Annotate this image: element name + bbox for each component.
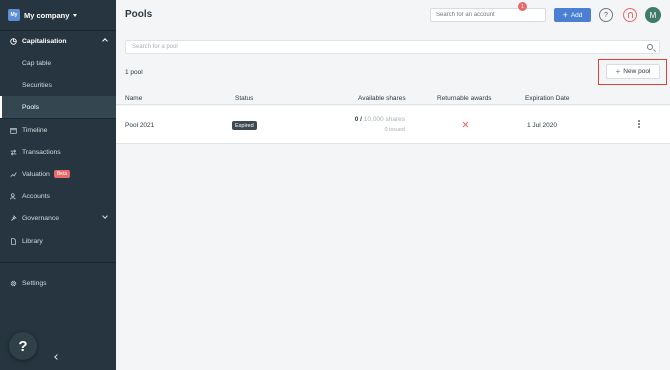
pool-count: 1 pool [125, 69, 143, 76]
help-button[interactable]: ? [9, 332, 37, 360]
caret-down-icon [73, 13, 78, 17]
new-pool-label: New pool [623, 68, 651, 75]
trend-icon [10, 171, 17, 177]
chevron-up-icon [102, 38, 108, 44]
help-icon[interactable]: ? [599, 8, 613, 22]
sidebar-item-label: Valuation [22, 170, 50, 178]
chevron-down-icon [102, 213, 108, 219]
sidebar-item-transactions[interactable]: Transactions [0, 141, 116, 163]
company-switcher[interactable]: My My company [8, 8, 78, 22]
column-header-expiration-date[interactable]: Expiration Date [525, 95, 569, 102]
gear-icon [10, 280, 17, 286]
notifications-button[interactable] [623, 8, 637, 22]
sidebar-item-accounts[interactable]: Accounts [0, 185, 116, 207]
company-name: My company [24, 10, 70, 20]
available-shares: 0 / 10,000 shares [355, 116, 405, 123]
notification-count-badge: 1 [518, 2, 527, 11]
plus-icon: + [562, 9, 568, 20]
top-header: Pools + Add ? M [116, 0, 670, 31]
column-header-available-shares[interactable]: Available shares [358, 95, 406, 102]
gavel-icon [11, 214, 17, 221]
pool-search-input[interactable]: Search for a pool [125, 40, 660, 54]
expiration-date: 1 Jul 2020 [527, 122, 557, 129]
avatar[interactable]: M [645, 7, 661, 23]
x-icon [462, 121, 468, 127]
sidebar: My My company Capitalisation Cap table S… [0, 0, 116, 370]
company-logo: My [8, 9, 20, 21]
more-options-icon[interactable] [638, 120, 640, 129]
sidebar-divider [0, 262, 116, 263]
sidebar-item-label: Accounts [22, 192, 50, 200]
beta-badge: Beta [53, 170, 71, 178]
document-icon [11, 237, 16, 245]
sidebar-item-pools[interactable]: Pools [0, 96, 116, 118]
sidebar-item-timeline[interactable]: Timeline [0, 119, 116, 141]
sidebar-item-label: Securities [22, 81, 52, 89]
column-header-name[interactable]: Name [125, 95, 142, 102]
pool-search-placeholder: Search for a pool [132, 44, 178, 50]
collapse-sidebar-icon[interactable] [54, 354, 60, 360]
sidebar-item-label: Transactions [22, 148, 61, 156]
issued-count: 0 issued [384, 127, 406, 133]
sidebar-item-valuation[interactable]: Valuation Beta [0, 163, 116, 185]
column-header-status[interactable]: Status [235, 95, 253, 102]
sidebar-item-label: Pools [22, 103, 40, 111]
pie-chart-icon [10, 37, 17, 45]
sidebar-item-library[interactable]: Library [0, 230, 116, 252]
sidebar-item-label: Cap table [22, 59, 52, 67]
account-search-input[interactable] [430, 8, 546, 22]
search-icon[interactable] [647, 44, 653, 50]
bell-icon [628, 12, 633, 18]
calendar-icon [10, 127, 17, 134]
add-button[interactable]: + Add [554, 8, 591, 22]
sidebar-item-capitalisation[interactable]: Capitalisation [0, 30, 116, 52]
sidebar-item-cap-table[interactable]: Cap table [0, 52, 116, 74]
sidebar-item-label: Capitalisation [22, 37, 67, 45]
total-shares: 10,000 shares [363, 116, 405, 123]
new-pool-button[interactable]: + New pool [606, 64, 660, 79]
sidebar-item-governance[interactable]: Governance [0, 207, 116, 229]
table-row[interactable]: Pool 2021 Expired 0 / 10,000 shares 0 is… [116, 106, 670, 144]
available-count: 0 / [354, 116, 362, 123]
sidebar-item-label: Settings [22, 279, 47, 287]
sidebar-item-label: Governance [22, 214, 60, 222]
sidebar-item-settings[interactable]: Settings [0, 272, 116, 294]
table-header: Name Status Available shares Returnable … [116, 89, 670, 105]
pool-name[interactable]: Pool 2021 [125, 122, 154, 129]
sidebar-item-securities[interactable]: Securities [0, 74, 116, 96]
sidebar-item-label: Library [22, 237, 43, 245]
page-title: Pools [125, 9, 153, 20]
plus-icon: + [615, 66, 621, 76]
add-button-label: Add [570, 11, 583, 19]
users-icon [10, 192, 16, 199]
sidebar-item-label: Timeline [22, 126, 48, 134]
status-badge: Expired [232, 121, 257, 130]
arrows-icon [10, 148, 17, 156]
column-header-returnable-awards[interactable]: Returnable awards [437, 95, 492, 102]
